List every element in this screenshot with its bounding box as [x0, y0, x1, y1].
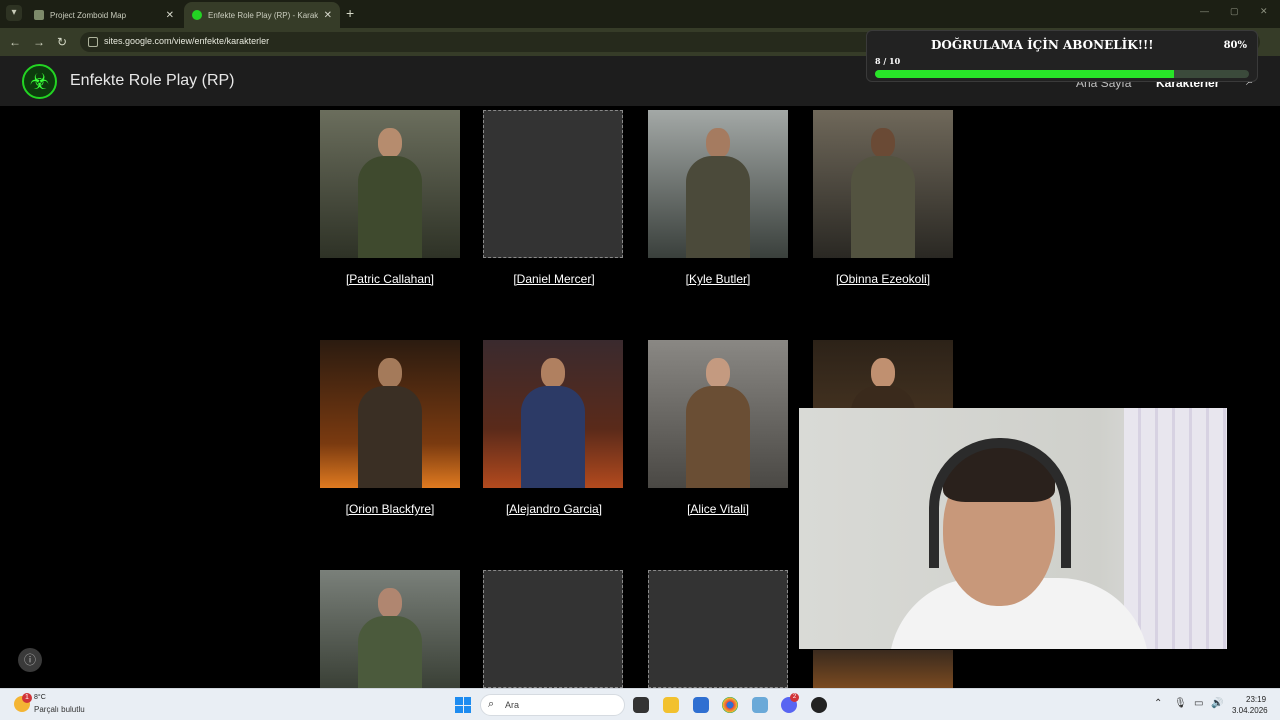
character-card[interactable] [483, 570, 623, 688]
headset-icon [929, 438, 1071, 568]
forward-icon[interactable]: → [33, 35, 45, 49]
progress-percent: 80% [1223, 40, 1247, 51]
character-name-link[interactable]: [Orion Blackfyre] [305, 502, 475, 516]
curtain-background [1124, 408, 1227, 649]
minimize-icon[interactable]: — [1200, 6, 1209, 16]
image-placeholder [483, 110, 623, 258]
back-icon[interactable]: ← [9, 35, 21, 49]
new-tab-button[interactable]: + [346, 6, 354, 20]
character-card[interactable] [483, 110, 623, 258]
character-card[interactable] [648, 110, 788, 258]
close-tab-icon[interactable]: ✕ [166, 10, 174, 21]
character-card[interactable] [320, 110, 460, 258]
character-portrait[interactable] [320, 340, 460, 488]
biohazard-favicon-icon [192, 10, 202, 20]
clock-time[interactable]: 23:19 [1246, 695, 1266, 704]
character-name-link[interactable]: [Obinna Ezeokoli] [798, 272, 968, 286]
character-name-link[interactable]: [Kyle Butler] [633, 272, 803, 286]
obs-icon[interactable] [811, 697, 827, 713]
progress-bar [875, 70, 1249, 78]
character-card[interactable] [320, 570, 460, 688]
info-icon[interactable]: ⓘ [18, 648, 42, 672]
webcam-overlay [799, 408, 1227, 649]
weather-description[interactable]: Parçalı bulutlu [34, 705, 85, 714]
close-window-icon[interactable]: ✕ [1260, 6, 1268, 17]
tab-title: Project Zomboid Map [50, 10, 127, 20]
page-favicon-icon [34, 10, 44, 20]
network-icon[interactable]: ▭ [1194, 698, 1203, 709]
search-placeholder: Ara [505, 700, 520, 710]
site-title[interactable]: Enfekte Role Play (RP) [70, 72, 235, 90]
browser-tab-bar: ▾ Project Zomboid Map ✕ Enfekte Role Pla… [0, 0, 1280, 28]
clock-date[interactable]: 3.04.2026 [1232, 706, 1268, 715]
character-portrait[interactable] [483, 340, 623, 488]
chrome-icon[interactable] [722, 697, 738, 713]
search-icon: ⌕ [488, 698, 495, 710]
task-view-icon[interactable] [633, 697, 649, 713]
character-name-link[interactable]: [Alejandro Garcia] [469, 502, 639, 516]
weather-alert-badge: 1 [22, 693, 32, 703]
close-tab-icon[interactable]: ✕ [324, 10, 332, 21]
character-portrait[interactable] [813, 650, 953, 688]
file-explorer-icon[interactable] [663, 697, 679, 713]
subscription-goal-overlay: DOĞRULAMA İÇİN ABONELİK!!! 80% 8 / 10 [866, 30, 1258, 82]
settings-gear-icon[interactable] [752, 697, 768, 713]
progress-bar-fill [875, 70, 1175, 78]
character-card[interactable] [813, 110, 953, 258]
taskbar: 1 8°C Parçalı bulutlu ⌕ Ara 2 ⌃ 🎙 ▭ 🔊 23… [0, 688, 1280, 720]
character-name-link[interactable]: [Patric Callahan] [305, 272, 475, 286]
url-text[interactable]: sites.google.com/view/enfekte/karakterle… [104, 36, 269, 46]
character-name-link[interactable]: [Daniel Mercer] [469, 272, 639, 286]
character-portrait[interactable] [320, 110, 460, 258]
image-placeholder [648, 570, 788, 688]
character-card[interactable] [320, 340, 460, 488]
character-card[interactable] [648, 570, 788, 688]
discord-notification-badge: 2 [790, 693, 799, 702]
progress-count: 8 / 10 [875, 56, 901, 66]
tab-title: Enfekte Role Play (RP) - Karakterler [208, 10, 318, 20]
image-placeholder [483, 570, 623, 688]
overlay-title: DOĞRULAMA İÇİN ABONELİK!!! [931, 38, 1154, 52]
character-portrait[interactable] [320, 570, 460, 688]
character-card[interactable] [648, 340, 788, 488]
biohazard-icon[interactable]: ☣ [22, 64, 57, 99]
character-portrait[interactable] [648, 340, 788, 488]
tray-overflow-icon[interactable]: ⌃ [1154, 698, 1162, 709]
character-card[interactable] [813, 650, 953, 688]
reload-icon[interactable]: ↻ [57, 35, 67, 49]
tab-karakterler[interactable]: Enfekte Role Play (RP) - Karakterler ✕ [184, 2, 340, 28]
microsoft-store-icon[interactable] [693, 697, 709, 713]
character-portrait[interactable] [648, 110, 788, 258]
microphone-icon[interactable]: 🎙 [1174, 698, 1187, 709]
character-name-link[interactable]: [Alice Vitali] [633, 502, 803, 516]
volume-icon[interactable]: 🔊 [1211, 698, 1223, 709]
tab-project-zomboid-map[interactable]: Project Zomboid Map ✕ [26, 2, 182, 28]
character-portrait[interactable] [813, 110, 953, 258]
taskbar-search-box[interactable]: ⌕ Ara [480, 694, 625, 716]
windows-start-icon[interactable] [455, 697, 471, 713]
weather-temperature[interactable]: 8°C [34, 694, 46, 701]
maximize-icon[interactable]: ▢ [1230, 6, 1239, 17]
character-card[interactable] [483, 340, 623, 488]
tab-search-icon[interactable]: ▾ [6, 5, 22, 21]
site-info-icon[interactable] [88, 37, 98, 47]
